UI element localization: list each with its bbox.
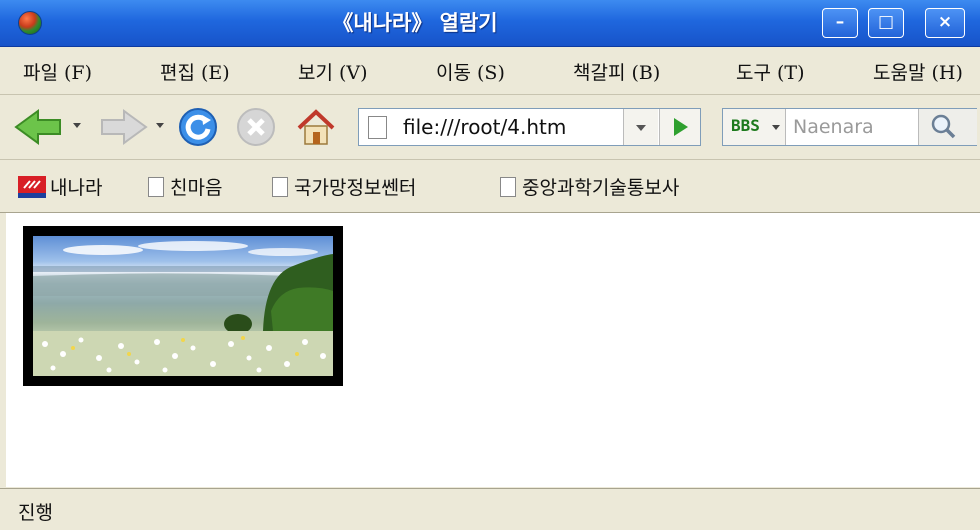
search-button[interactable]	[918, 109, 977, 145]
status-text: 진행	[18, 502, 53, 524]
menu-view[interactable]: 보기 (V)	[298, 58, 368, 85]
title-bar: 《내나라》 열람기 – □ ×	[0, 0, 980, 47]
bookmark-chinmaeum[interactable]: 친마음	[148, 173, 222, 200]
landscape-photo[interactable]	[23, 226, 343, 386]
bookmark-science-news[interactable]: 중앙과학기술통보사	[500, 173, 679, 200]
search-engine-selector[interactable]: BBS	[723, 109, 786, 145]
naenara-logo-icon	[18, 176, 46, 198]
menu-go[interactable]: 이동 (S)	[436, 58, 505, 85]
menu-bar: 파일 (F) 편집 (E) 보기 (V) 이동 (S) 책갈피 (B) 도구 (…	[0, 47, 980, 95]
url-input[interactable]	[403, 113, 617, 141]
landscape-scene-image	[33, 236, 333, 376]
bookmarks-toolbar: 내나라 친마음 국가망정보쎈터 중앙과학기술통보사	[0, 160, 980, 213]
reload-icon[interactable]	[178, 107, 218, 147]
page-icon	[368, 116, 387, 139]
close-button[interactable]: ×	[925, 8, 965, 38]
page-icon	[148, 177, 164, 197]
menu-bookmarks[interactable]: 책갈피 (B)	[573, 58, 660, 85]
magnifier-icon	[931, 114, 956, 139]
search-box[interactable]: BBS	[722, 108, 977, 146]
home-icon[interactable]	[296, 107, 336, 147]
address-bar[interactable]	[358, 108, 701, 146]
back-dropdown-icon[interactable]	[73, 123, 81, 128]
back-arrow-icon[interactable]	[14, 107, 64, 147]
menu-file[interactable]: 파일 (F)	[23, 58, 92, 85]
url-history-dropdown[interactable]	[623, 109, 658, 145]
menu-help[interactable]: 도움말 (H)	[873, 58, 963, 85]
page-content	[6, 213, 980, 487]
forward-dropdown-icon[interactable]	[156, 123, 164, 128]
navigation-toolbar: BBS	[0, 95, 980, 160]
menu-edit[interactable]: 편집 (E)	[160, 58, 230, 85]
forward-arrow-icon[interactable]	[98, 107, 148, 147]
status-bar: 진행	[0, 488, 980, 530]
flower-field-illustration	[33, 241, 333, 376]
bookmark-national-center[interactable]: 국가망정보쎈터	[272, 173, 416, 200]
window-title: 《내나라》 열람기	[332, 11, 498, 35]
stop-icon[interactable]	[236, 107, 276, 147]
search-input[interactable]	[793, 114, 913, 140]
maximize-button[interactable]: □	[868, 8, 904, 38]
page-icon	[272, 177, 288, 197]
menu-tools[interactable]: 도구 (T)	[736, 58, 805, 85]
go-button[interactable]	[659, 109, 700, 145]
minimize-button[interactable]: –	[822, 8, 858, 38]
bookmark-naenara[interactable]: 내나라	[18, 173, 102, 200]
page-icon	[500, 177, 516, 197]
search-engine-label: BBS	[731, 116, 760, 135]
